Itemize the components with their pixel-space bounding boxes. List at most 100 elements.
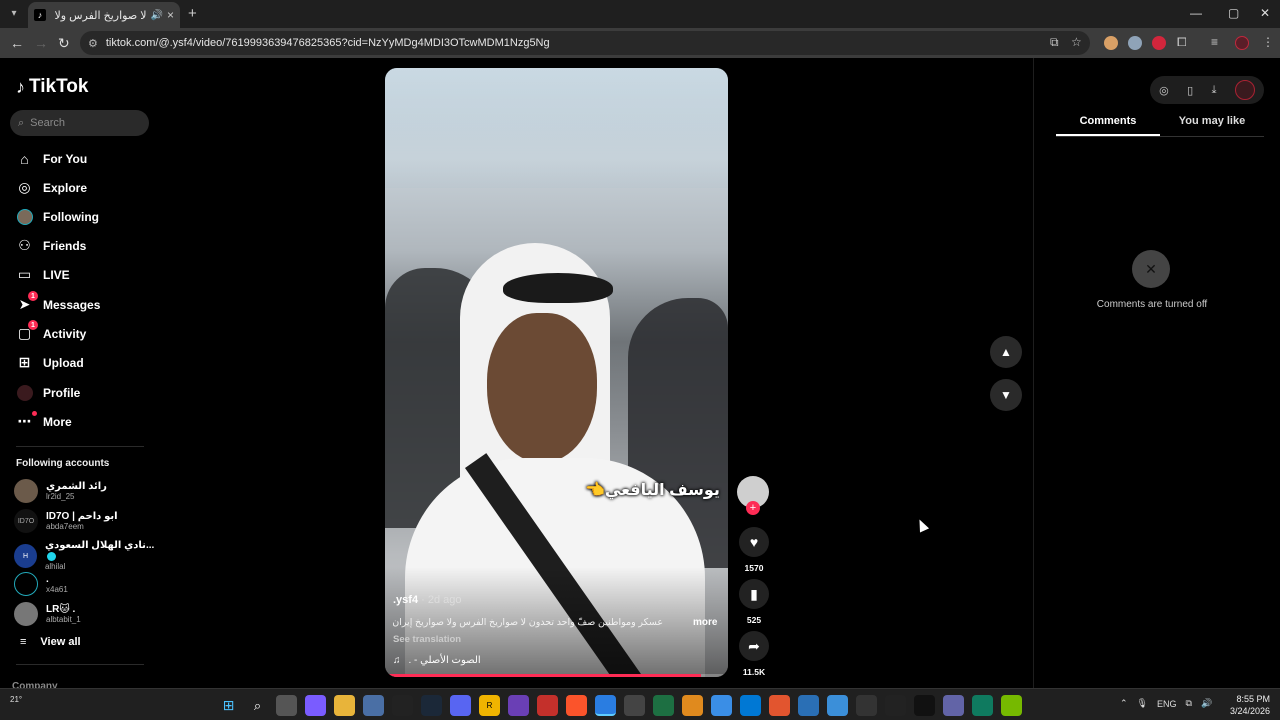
maximize-button[interactable]: ▢	[1228, 6, 1239, 20]
epic-games-icon[interactable]	[392, 695, 413, 716]
previous-video-button[interactable]: ▲	[990, 336, 1022, 368]
app-icon[interactable]	[682, 695, 703, 716]
phone-icon[interactable]: ▯	[1187, 84, 1193, 97]
clock[interactable]: 8:55 PM 3/24/2026	[1226, 693, 1270, 717]
nav-messages[interactable]: ➤ 1 Messages	[16, 291, 100, 313]
account-item[interactable]: رائد الشمري lr2id_25	[14, 479, 107, 503]
tab-close-icon[interactable]: ×	[167, 8, 174, 22]
caption-more-button[interactable]: more	[693, 617, 717, 628]
address-bar[interactable]: ⚙ tiktok.com/@.ysf4/video/76199936394768…	[80, 31, 1090, 55]
profile-avatar[interactable]	[1234, 80, 1255, 100]
nav-label: Profile	[43, 385, 81, 400]
back-arrow-icon[interactable]: ←	[10, 35, 24, 51]
share-button[interactable]: ➦ 11.5K	[738, 631, 770, 677]
url-text[interactable]: tiktok.com/@.ysf4/video/7619993639476825…	[106, 37, 550, 49]
app-icon[interactable]	[769, 695, 790, 716]
nav-more[interactable]: ⋯ More	[16, 411, 72, 430]
steam-icon[interactable]	[421, 695, 442, 716]
account-item[interactable]: LR🐱 . albtabit_1	[14, 602, 81, 626]
see-translation-link[interactable]: See translation	[393, 634, 461, 645]
nav-friends[interactable]: ⚇ Friends	[16, 237, 86, 254]
video-sound[interactable]: ♫ الصوت الأصلي - .	[393, 655, 481, 666]
tray-chevron-icon[interactable]: ⌃	[1120, 698, 1128, 709]
site-info-icon[interactable]: ⚙	[88, 37, 98, 50]
forward-arrow-icon[interactable]: →	[34, 35, 48, 51]
app-icon[interactable]	[856, 695, 877, 716]
tab-comments[interactable]: Comments	[1056, 115, 1160, 136]
extension-icon-2[interactable]	[1128, 36, 1142, 50]
browser-menu-icon[interactable]: ⋮	[1262, 35, 1274, 49]
extension-icon-1[interactable]	[1104, 36, 1118, 50]
compass-icon[interactable]: ◎	[1159, 84, 1169, 97]
app-icon[interactable]	[537, 695, 558, 716]
copilot-icon[interactable]	[305, 695, 326, 716]
app-icon[interactable]	[885, 695, 906, 716]
close-window-button[interactable]: ✕	[1260, 6, 1270, 20]
next-video-button[interactable]: ▼	[990, 379, 1022, 411]
like-button[interactable]: ♥ 1570	[738, 527, 770, 573]
video-progress-bar[interactable]	[385, 674, 728, 677]
weather-widget[interactable]: 21°	[10, 695, 22, 704]
network-icon[interactable]: ⧉	[1186, 698, 1192, 709]
download-icon[interactable]: ⤓	[1212, 84, 1217, 97]
video-author[interactable]: .ysf4 · 2d ago	[393, 594, 462, 606]
browser-tab[interactable]: ♪ لا صواريخ الفرس ولا صواريخ 🔊 ×	[28, 2, 180, 28]
search-input[interactable]: ⌕ Search	[10, 110, 149, 136]
store-icon[interactable]	[740, 695, 761, 716]
brave-icon[interactable]	[566, 695, 587, 716]
nav-live[interactable]: ▭ LIVE	[16, 266, 70, 283]
microphone-icon[interactable]: 🎙	[1137, 698, 1148, 709]
notepad-icon[interactable]	[827, 695, 848, 716]
media-controls-icon[interactable]: ≡	[1211, 35, 1218, 49]
file-explorer-icon[interactable]	[334, 695, 355, 716]
edge-icon[interactable]	[972, 695, 993, 716]
account-item[interactable]: ID7O ID7O | ابو داحم abda7eem	[14, 509, 118, 533]
right-toolbar: ◎ ▯ ⤓	[1150, 76, 1264, 104]
video-player[interactable]: يوسف اليافعي👈 .ysf4 · 2d ago عسكر ومواطن…	[385, 68, 728, 677]
extension-icon-3[interactable]	[1152, 36, 1166, 50]
browser-toolbar: ← → ↻ ⚙ tiktok.com/@.ysf4/video/76199936…	[0, 28, 1280, 58]
teams-icon[interactable]	[943, 695, 964, 716]
bookmark-star-icon[interactable]: ☆	[1071, 35, 1082, 49]
excel-icon[interactable]	[653, 695, 674, 716]
new-tab-button[interactable]: +	[188, 5, 197, 22]
messages-badge: 1	[28, 291, 38, 301]
github-icon[interactable]	[624, 695, 645, 716]
account-item[interactable]: . x4a61	[14, 572, 68, 596]
cast-icon[interactable]: ⧉	[1050, 35, 1059, 50]
reload-icon[interactable]: ↻	[58, 35, 70, 52]
minimize-button[interactable]: —	[1190, 6, 1202, 20]
tab-you-may-like[interactable]: You may like	[1160, 115, 1264, 136]
nav-upload[interactable]: ⊞ Upload	[16, 354, 84, 371]
account-item[interactable]: H نادي الهلال السعودي... alhilal	[14, 540, 160, 572]
app-icon[interactable]	[508, 695, 529, 716]
profile-avatar-icon[interactable]	[1235, 36, 1249, 50]
nav-profile[interactable]: Profile	[16, 384, 80, 401]
tab-search-icon[interactable]: ▾	[6, 5, 22, 21]
nav-following[interactable]: Following	[16, 208, 99, 225]
search-icon[interactable]: ⌕	[247, 695, 268, 716]
nvidia-icon[interactable]	[1001, 695, 1022, 716]
tab-audio-icon[interactable]: 🔊	[151, 10, 163, 21]
video-frame-agal	[503, 273, 613, 303]
discord-icon[interactable]	[450, 695, 471, 716]
right-panel: ◎ ▯ ⤓ Comments You may like ✕ Comments a…	[1033, 58, 1280, 688]
nav-explore[interactable]: ◎ Explore	[16, 179, 87, 196]
volume-icon[interactable]: 🔊	[1201, 698, 1212, 709]
task-view-icon[interactable]	[276, 695, 297, 716]
start-icon[interactable]: ⊞	[218, 695, 239, 716]
capcut-icon[interactable]	[914, 695, 935, 716]
photos-icon[interactable]	[711, 695, 732, 716]
language-indicator[interactable]: ENG	[1157, 699, 1177, 709]
save-button[interactable]: ▮ 525	[738, 579, 770, 625]
view-all-button[interactable]: ≡ View all	[20, 636, 81, 648]
follow-plus-button[interactable]: +	[746, 501, 760, 515]
tiktok-logo[interactable]: ♪ TikTok	[16, 76, 88, 98]
settings-icon[interactable]	[363, 695, 384, 716]
rockstar-icon[interactable]: R	[479, 695, 500, 716]
app-icon[interactable]	[798, 695, 819, 716]
nav-activity[interactable]: ▢ 1 Activity	[16, 320, 86, 342]
nav-for-you[interactable]: ⌂ For You	[16, 150, 87, 167]
chrome-icon[interactable]	[595, 695, 616, 716]
extensions-puzzle-icon[interactable]: ⧠	[1177, 35, 1187, 50]
